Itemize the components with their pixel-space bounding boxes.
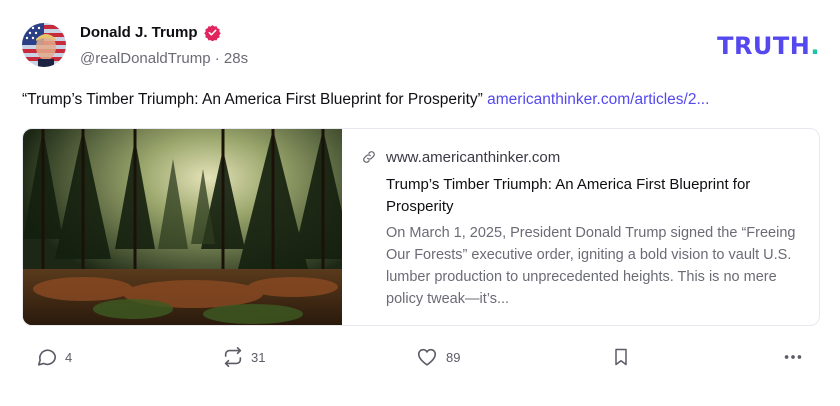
post-time[interactable]: 28s <box>224 50 248 67</box>
post-text: “Trump’s Timber Triumph: An America Firs… <box>22 91 822 109</box>
avatar[interactable] <box>22 23 66 67</box>
card-body: www.americanthinker.com Trump’s Timber T… <box>342 129 819 325</box>
link-preview-card[interactable]: www.americanthinker.com Trump’s Timber T… <box>22 128 820 326</box>
handle-row: @realDonaldTrump · 28s <box>80 50 248 67</box>
logo-text: TRUTH <box>717 32 811 60</box>
like-button[interactable]: 89 <box>415 346 460 368</box>
post-link[interactable]: americanthinker.com/articles/2... <box>487 91 709 108</box>
retruth-count: 31 <box>251 349 266 365</box>
truth-logo[interactable]: TRUTH. <box>717 32 820 60</box>
forest-image[interactable] <box>23 129 353 325</box>
more-icon <box>781 346 805 368</box>
retruth-button[interactable]: 31 <box>222 346 265 368</box>
author-name-text[interactable]: Donald J. Trump <box>80 24 198 41</box>
link-icon <box>361 149 377 165</box>
meta-separator: · <box>210 50 224 67</box>
reply-button[interactable]: 4 <box>36 346 72 368</box>
card-title[interactable]: Trump’s Timber Triumph: An America First… <box>386 174 796 218</box>
author-name[interactable]: Donald J. Trump <box>80 24 221 42</box>
heart-icon <box>415 346 439 368</box>
verified-badge-icon <box>203 24 221 42</box>
post: Donald J. Trump @realDonaldTrump · 28s T… <box>0 0 840 406</box>
bookmark-button[interactable] <box>611 346 631 368</box>
retruth-icon <box>222 346 244 368</box>
author-handle[interactable]: @realDonaldTrump <box>80 50 211 67</box>
bookmark-icon <box>611 346 631 368</box>
card-description: On March 1, 2025, President Donald Trump… <box>386 225 796 307</box>
reply-count: 4 <box>65 349 73 365</box>
logo-dot: . <box>810 32 820 60</box>
reply-icon <box>36 346 58 368</box>
more-options-button[interactable] <box>781 346 805 368</box>
action-bar: 4 31 89 <box>0 346 840 374</box>
post-text-body: “Trump’s Timber Triumph: An America Firs… <box>22 91 483 108</box>
like-count: 89 <box>446 349 461 365</box>
card-domain: www.americanthinker.com <box>386 149 561 166</box>
